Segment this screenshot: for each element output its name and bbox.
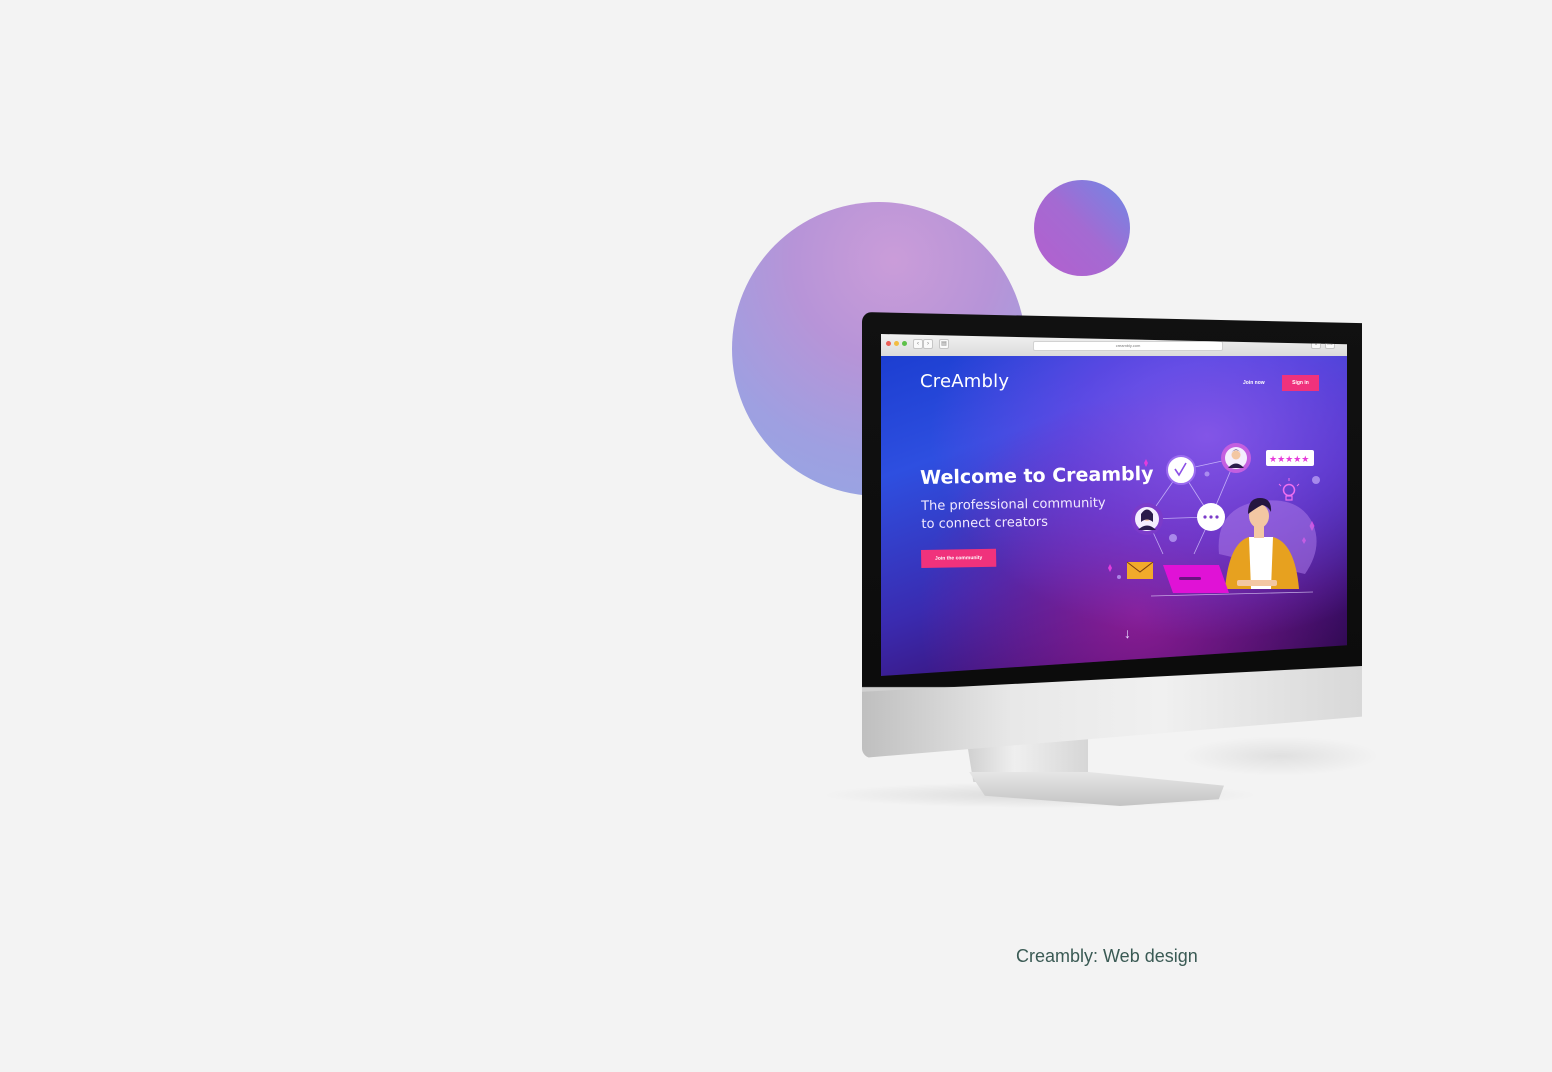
lightbulb-icon (1278, 478, 1300, 501)
scroll-down-arrow-icon[interactable]: ↓ (1124, 626, 1131, 640)
sidebar-icon[interactable]: ▤ (939, 339, 949, 349)
site-logo[interactable]: CreAmbly (920, 371, 1009, 392)
join-now-link[interactable]: Join now (1243, 380, 1265, 386)
close-window-icon[interactable] (886, 341, 891, 346)
hero-subtitle: The professional community to connect cr… (921, 495, 1122, 534)
website-page: CreAmbly Join now Sign in Welcome to Cre… (881, 356, 1347, 676)
minimize-window-icon[interactable] (894, 341, 899, 346)
svg-text:★★★★★: ★★★★★ (1269, 455, 1309, 465)
hero-subtitle-line1: The professional community (921, 495, 1106, 514)
envelope-icon (1126, 561, 1154, 579)
sign-in-button[interactable]: Sign in (1282, 375, 1319, 391)
maximize-window-icon[interactable] (902, 341, 907, 346)
back-arrow-icon[interactable]: ‹ (913, 339, 923, 349)
caption: Creambly: Web design (1016, 946, 1198, 966)
hero-subtitle-line2: to connect creators (921, 514, 1049, 532)
avatar-icon (1131, 503, 1163, 535)
join-community-button[interactable]: Join the community (921, 548, 997, 568)
laptop-icon (1163, 565, 1229, 593)
avatar-icon (1221, 443, 1251, 473)
monitor-screen: ‹ › ▤ creambly.com ⇧ ❐ CreAmbly Join now… (881, 334, 1347, 676)
forward-arrow-icon[interactable]: › (923, 339, 933, 349)
decorative-bubble-small (1034, 180, 1130, 276)
rating-stars: ★★★★★ (1266, 450, 1314, 466)
hero-illustration: ★★★★★ (1108, 443, 1320, 597)
checkmark-icon (1166, 455, 1196, 485)
address-bar[interactable]: creambly.com (1033, 341, 1223, 351)
chat-bubble-icon (1197, 503, 1225, 531)
